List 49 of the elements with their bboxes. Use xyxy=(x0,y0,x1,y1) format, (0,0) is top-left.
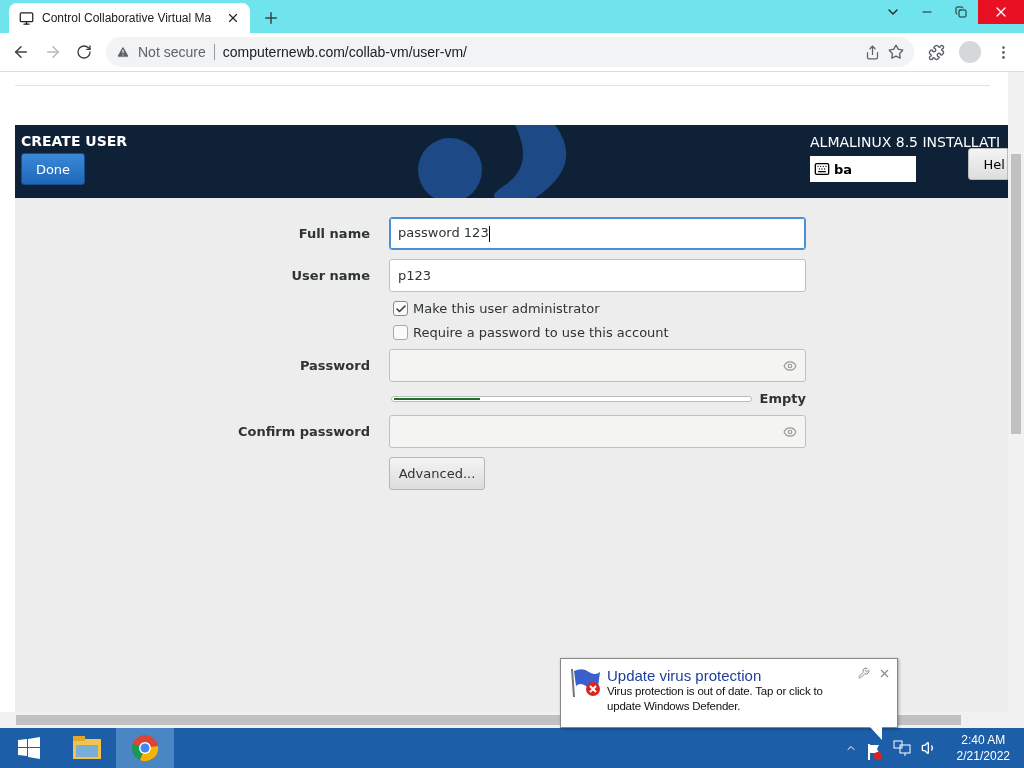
text-field[interactable]: p123 xyxy=(389,259,806,292)
field-label: User name xyxy=(290,268,370,283)
security-label: Not secure xyxy=(138,44,215,60)
warning-icon xyxy=(116,45,130,59)
eye-icon[interactable] xyxy=(783,424,797,439)
browser-taskbar-button[interactable] xyxy=(116,728,174,768)
done-button[interactable]: Done xyxy=(21,153,85,185)
advanced-button[interactable]: Advanced... xyxy=(389,457,485,490)
close-icon[interactable] xyxy=(226,11,240,25)
computer-icon xyxy=(19,10,34,26)
checkbox-label: Make this user administrator xyxy=(413,301,600,316)
page-title: CREATE USER xyxy=(21,133,128,149)
password-field[interactable] xyxy=(389,415,806,448)
share-icon[interactable] xyxy=(865,44,880,60)
text-field[interactable]: password 123 xyxy=(389,217,806,250)
help-button[interactable]: Hel xyxy=(968,148,1008,180)
address-bar[interactable]: Not secure computernewb.com/collab-vm/user-vm/ xyxy=(106,37,914,67)
clock[interactable]: 2:40 AM 2/21/2022 xyxy=(956,732,1010,764)
flag-icon[interactable] xyxy=(866,743,883,761)
reload-icon[interactable] xyxy=(76,44,92,60)
browser-tab[interactable]: Control Collaborative Virtual Ma xyxy=(9,3,250,33)
browser-logo-icon xyxy=(131,734,159,762)
checkbox-label: Require a password to use this account xyxy=(413,325,669,340)
notification-body: Virus protection is out of date. Tap or click to update Windows Defender. xyxy=(607,684,824,714)
keyboard-layout-indicator[interactable]: ba xyxy=(810,156,917,182)
field-label: Confirm password xyxy=(236,424,370,439)
wrench-icon[interactable] xyxy=(858,667,870,679)
eye-icon[interactable] xyxy=(783,358,797,373)
url-text: computernewb.com/collab-vm/user-vm/ xyxy=(222,44,468,60)
balloon-pointer xyxy=(870,727,884,741)
strength-label: Empty xyxy=(759,391,806,406)
notification-title: Update virus protection xyxy=(607,667,763,684)
product-title: ALMALINUX 8.5 INSTALLATI xyxy=(810,134,1002,150)
windows-logo-icon xyxy=(18,737,40,759)
field-label: Password xyxy=(298,358,370,373)
checkbox[interactable] xyxy=(393,325,408,340)
network-icon[interactable] xyxy=(892,740,911,756)
shield-flag-icon xyxy=(569,667,603,699)
star-icon[interactable] xyxy=(888,44,904,60)
restore-icon[interactable] xyxy=(955,6,967,18)
vertical-scrollbar[interactable] xyxy=(1008,72,1024,712)
folder-icon[interactable] xyxy=(72,735,102,761)
field-label: Full name xyxy=(297,226,370,241)
new-tab-icon[interactable] xyxy=(262,9,280,27)
checkbox[interactable] xyxy=(393,301,408,316)
notification-balloon[interactable]: Update virus protection Virus protection is out of date. Tap or click to update Windows Defender. xyxy=(560,658,898,728)
back-icon[interactable] xyxy=(12,43,30,61)
puzzle-icon[interactable] xyxy=(928,43,945,61)
password-field[interactable] xyxy=(389,349,806,382)
